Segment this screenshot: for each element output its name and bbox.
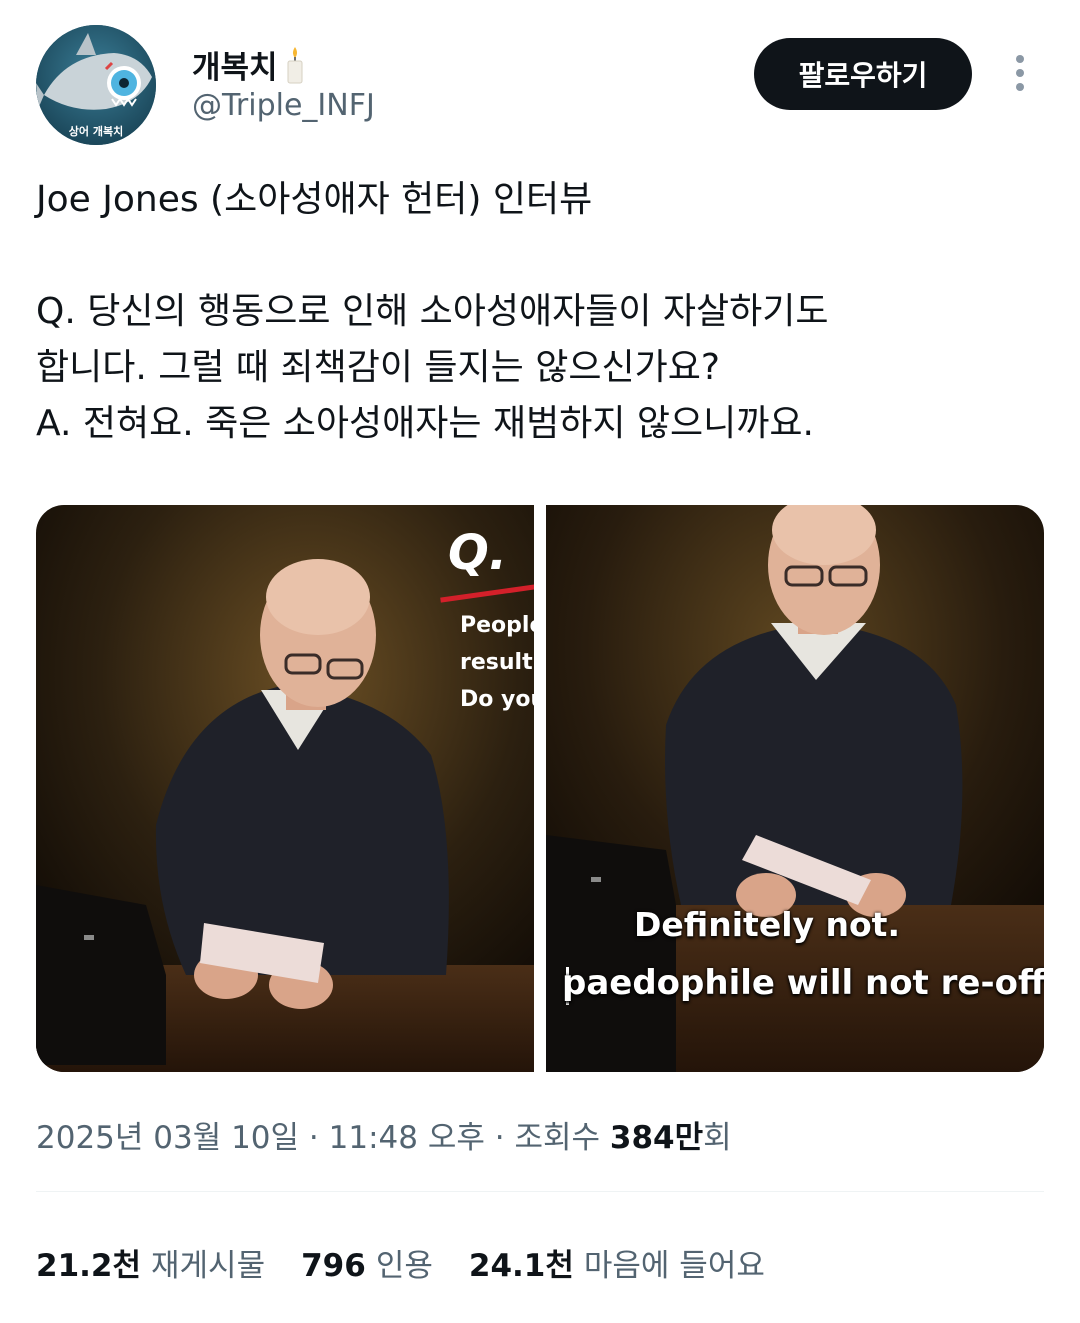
stat-label: 재게시물 bbox=[151, 1248, 266, 1284]
views-label: 조회수 bbox=[514, 1120, 601, 1156]
tweet-media: Q. People result Do you bbox=[36, 505, 1044, 1072]
meta-separator: · bbox=[308, 1120, 319, 1156]
views-count: 384만 bbox=[609, 1120, 704, 1156]
engagement-stats: 21.2천 재게시물 796 인용 24.1천 마음에 들어요 bbox=[36, 1240, 765, 1285]
stat-value: 24.1천 bbox=[468, 1248, 574, 1284]
tweet-line: Joe Jones (소아성애자 헌터) 인터뷰 bbox=[36, 179, 593, 220]
avatar[interactable]: 상어 개복치 bbox=[36, 25, 156, 145]
question-text: People result Do you bbox=[460, 607, 534, 718]
meta-separator: · bbox=[494, 1120, 505, 1156]
divider bbox=[36, 1191, 1044, 1192]
tweet-line: Q. 당신의 행동으로 인해 소아성애자들이 자살하기도 bbox=[36, 291, 829, 332]
stat-label: 인용 bbox=[375, 1248, 433, 1284]
tweet-time[interactable]: 11:48 오후 bbox=[329, 1120, 485, 1156]
tweet-text: Joe Jones (소아성애자 헌터) 인터뷰 Q. 당신의 행동으로 인해 … bbox=[36, 172, 1036, 452]
shark-avatar-image: 상어 개복치 bbox=[36, 25, 156, 145]
subtitle-line-1: Definitely not. bbox=[634, 905, 900, 944]
subtitle-line-2: paedophile will not re-offen bbox=[562, 963, 1044, 1003]
tweet-date[interactable]: 2025년 03월 10일 bbox=[36, 1120, 299, 1156]
question-line: People bbox=[460, 613, 534, 638]
question-line: Do you bbox=[460, 687, 534, 712]
question-line: result bbox=[460, 650, 533, 675]
stat-label: 마음에 들어요 bbox=[583, 1248, 765, 1284]
question-mark-text: Q. bbox=[448, 525, 508, 581]
more-vertical-icon[interactable] bbox=[1004, 50, 1036, 96]
media-image-right[interactable]: Definitely not. paedophile will not re-o… bbox=[546, 505, 1044, 1072]
stat-quotes[interactable]: 796 인용 bbox=[301, 1240, 433, 1285]
user-handle[interactable]: @Triple_INFJ bbox=[192, 88, 375, 123]
tweet-detail-page: 상어 개복치 개복치 @Triple_INFJ 팔로우하기 Joe Jones … bbox=[0, 0, 1080, 1323]
tweet-line: A. 전혀요. 죽은 소아성애자는 재범하지 않으니까요. bbox=[36, 403, 814, 444]
stat-value: 21.2천 bbox=[36, 1248, 142, 1284]
follow-button[interactable]: 팔로우하기 bbox=[754, 38, 972, 110]
display-name[interactable]: 개복치 bbox=[192, 42, 306, 87]
red-underline bbox=[440, 582, 534, 603]
avatar-caption: 상어 개복치 bbox=[69, 124, 123, 138]
question-overlay: Q. People result Do you bbox=[440, 515, 534, 735]
stat-reposts[interactable]: 21.2천 재게시물 bbox=[36, 1240, 265, 1285]
media-image-left[interactable]: Q. People result Do you bbox=[36, 505, 534, 1072]
display-name-text: 개복치 bbox=[192, 50, 278, 86]
tweet-meta: 2025년 03월 10일 · 11:48 오후 · 조회수 384만회 bbox=[36, 1112, 732, 1157]
stat-likes[interactable]: 24.1천 마음에 들어요 bbox=[469, 1240, 765, 1285]
stat-value: 796 bbox=[301, 1248, 366, 1284]
tweet-line: 합니다. 그럴 때 죄책감이 들지는 않으신가요? bbox=[36, 347, 720, 388]
candle-icon bbox=[284, 45, 306, 85]
views-suffix: 회 bbox=[703, 1120, 732, 1156]
